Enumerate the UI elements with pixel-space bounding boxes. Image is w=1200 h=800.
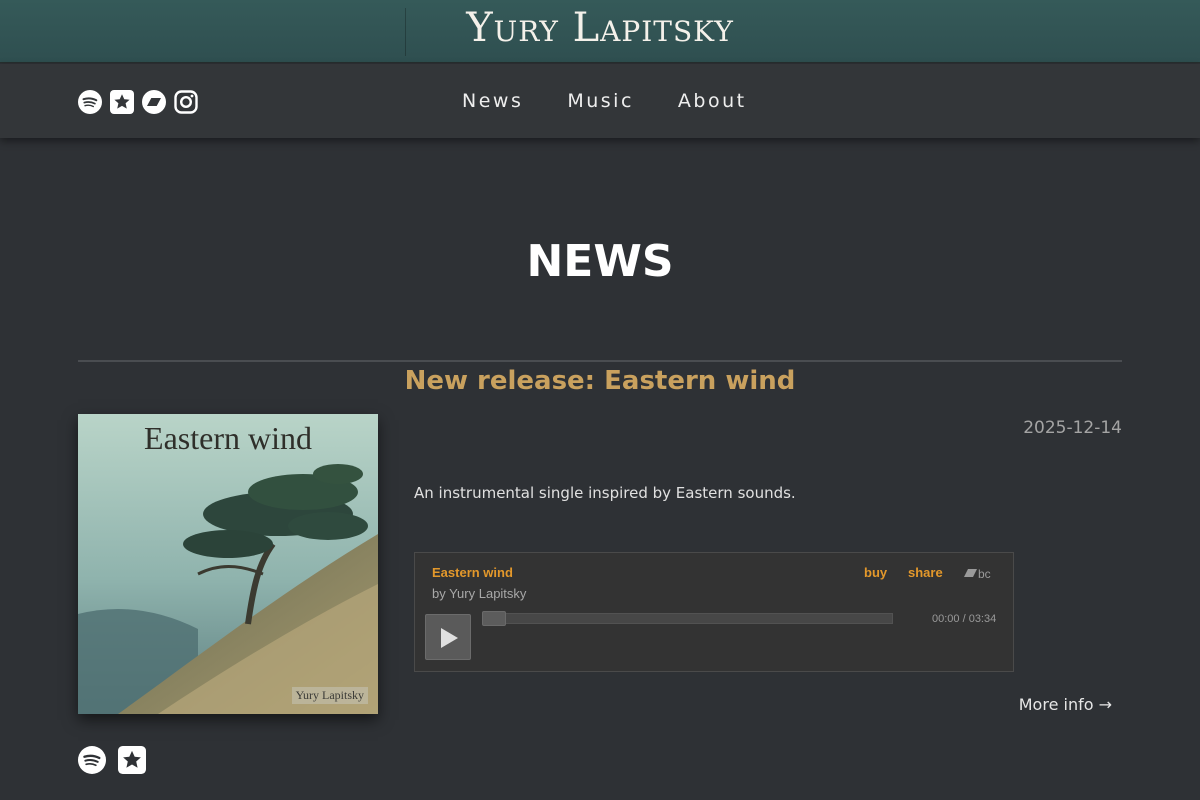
- cover-title: Eastern wind: [144, 420, 312, 456]
- nav-item-news[interactable]: News: [440, 90, 545, 112]
- player-artist[interactable]: by Yury Lapitsky: [432, 586, 526, 601]
- instagram-icon[interactable]: [174, 90, 198, 114]
- post-title[interactable]: New release: Eastern wind: [0, 366, 1200, 396]
- main-nav: News Music About: [440, 64, 769, 138]
- share-button[interactable]: share: [908, 565, 943, 580]
- nav-item-about[interactable]: About: [656, 90, 769, 112]
- bandcamp-icon[interactable]: [142, 90, 166, 114]
- star-icon[interactable]: [110, 90, 134, 114]
- more-info-link[interactable]: More info →: [1019, 695, 1112, 714]
- social-links: [78, 90, 198, 114]
- spotify-icon[interactable]: [78, 746, 106, 774]
- post-streaming-links: [78, 746, 146, 774]
- play-icon: [441, 628, 458, 648]
- player-track-title[interactable]: Eastern wind: [432, 565, 513, 580]
- progress-handle[interactable]: [482, 611, 506, 626]
- album-cover-art: [78, 414, 378, 714]
- page-title: NEWS: [526, 236, 674, 287]
- cover-artist: Yury Lapitsky: [291, 687, 368, 704]
- album-cover[interactable]: Eastern wind Yury Lapitsky: [78, 414, 378, 714]
- star-icon[interactable]: [118, 746, 146, 774]
- svg-text:bc: bc: [978, 567, 991, 581]
- player-time: 00:00 / 03:34: [932, 613, 997, 625]
- site-title[interactable]: Yury Lapitsky: [405, 0, 795, 62]
- divider: [78, 360, 1122, 362]
- post-description: An instrumental single inspired by Easte…: [414, 484, 796, 502]
- play-button[interactable]: [425, 614, 471, 660]
- progress-bar[interactable]: [482, 613, 893, 624]
- site-banner: Yury Lapitsky: [0, 0, 1200, 63]
- navbar: News Music About: [0, 64, 1200, 138]
- bandcamp-logo-icon[interactable]: bc: [963, 565, 997, 581]
- buy-button[interactable]: buy: [864, 565, 887, 580]
- spotify-icon[interactable]: [78, 90, 102, 114]
- post-date: 2025-12-14: [1023, 418, 1122, 438]
- nav-item-music[interactable]: Music: [545, 90, 656, 112]
- bandcamp-player: Eastern wind by Yury Lapitsky buy share …: [414, 552, 1014, 672]
